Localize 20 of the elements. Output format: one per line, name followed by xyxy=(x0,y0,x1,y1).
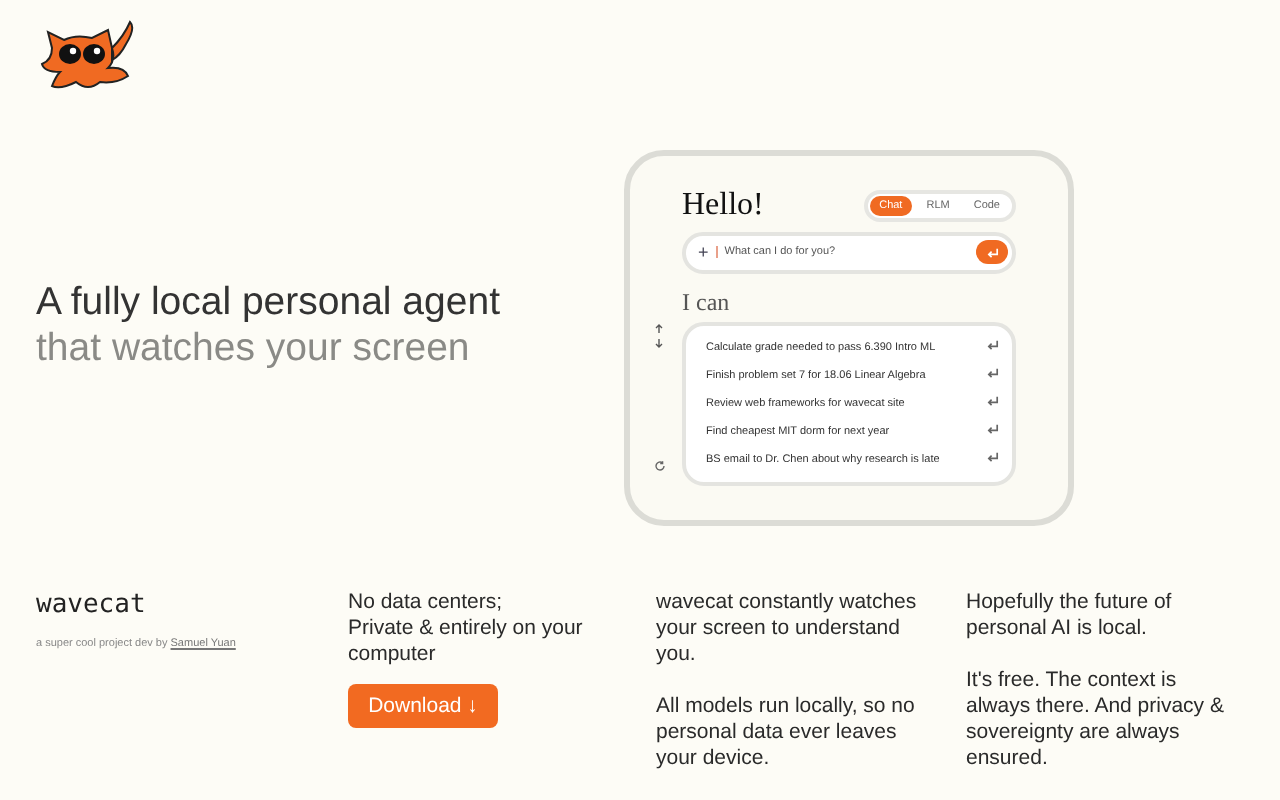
brand-name: wavecat xyxy=(36,590,148,620)
enter-icon[interactable] xyxy=(986,450,1000,464)
feature-text: Private & entirely on your computer xyxy=(348,616,585,668)
feature-text: Hopefully the future of personal AI is local. xyxy=(966,590,1174,642)
enter-icon[interactable] xyxy=(986,366,1000,380)
feature-text: No data centers; xyxy=(348,590,505,616)
enter-icon[interactable] xyxy=(986,338,1000,352)
add-icon[interactable]: + xyxy=(698,242,709,262)
subheadline: that watches your screen xyxy=(36,325,470,371)
enter-icon[interactable] xyxy=(986,394,1000,408)
up-down-arrows-icon[interactable] xyxy=(654,323,664,347)
headline: A fully local personal agent xyxy=(36,279,500,325)
feature-text: All models run locally, so no personal data ever leaves your device. xyxy=(656,694,917,772)
refresh-icon[interactable] xyxy=(654,459,666,471)
feature-text: It's free. The context is always there. And privacy & sovereignty are always ensured. xyxy=(966,668,1226,772)
feature-text: wavecat constantly watches your screen to understand you. xyxy=(656,590,919,668)
suggestions-title: I can xyxy=(682,287,732,317)
send-button[interactable] xyxy=(976,240,1008,264)
greeting-title: Hello! xyxy=(682,187,764,223)
enter-icon[interactable] xyxy=(986,422,1000,436)
